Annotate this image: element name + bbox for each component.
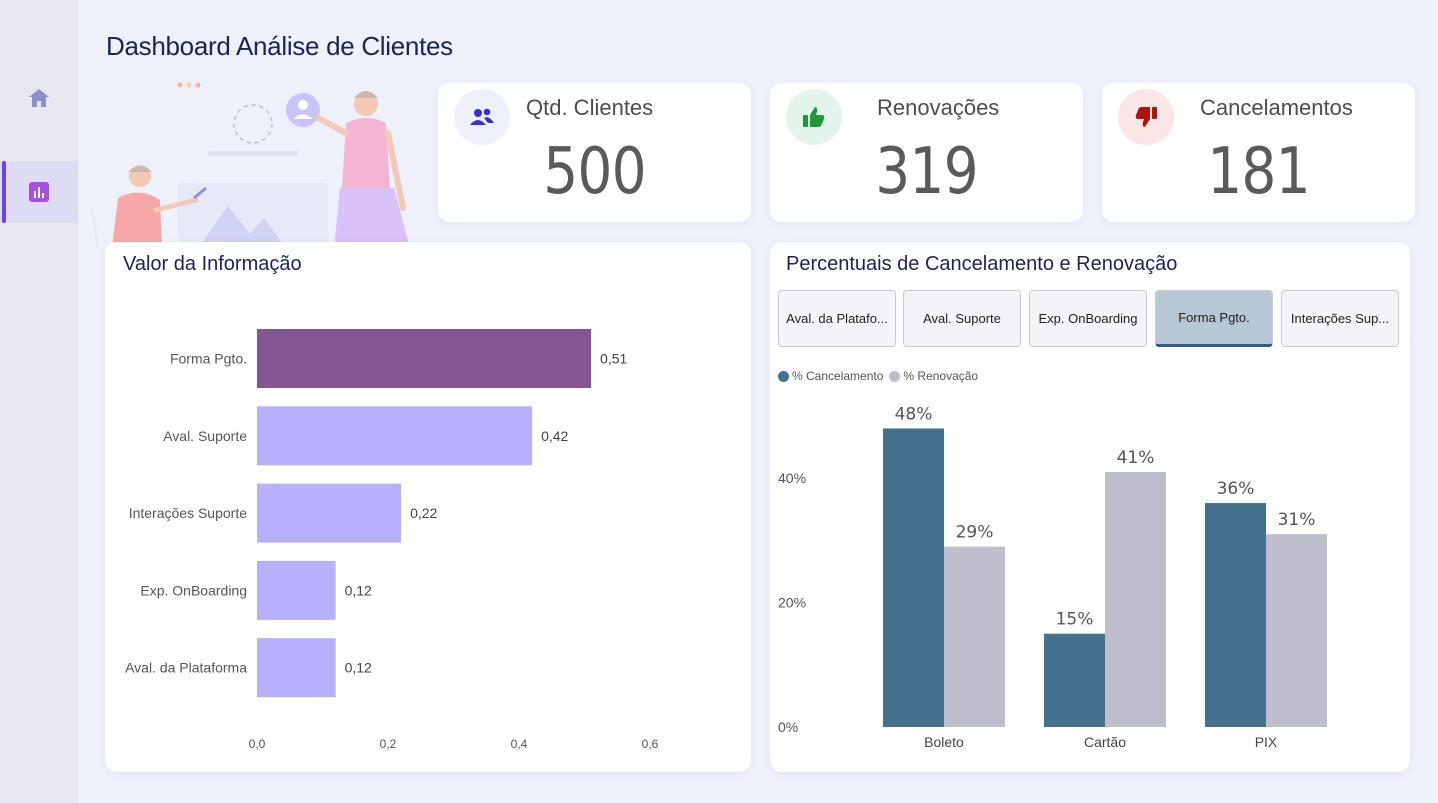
grouped-bar-chart: 48% 29% Boleto 15% 41% Cartão 36% 31% PIX 0% 20% 40…	[778, 404, 1327, 750]
kpi-card-cancelamentos: Cancelamentos 181	[1102, 83, 1415, 222]
home-icon	[29, 89, 49, 107]
nav-home[interactable]	[0, 67, 78, 129]
kpi-label: Cancelamentos	[1200, 95, 1353, 120]
kpi-card-clientes: Qtd. Clientes 500	[438, 83, 751, 222]
x-tick-label: 0,6	[642, 737, 659, 751]
kpi-label: Renovações	[877, 95, 1000, 120]
bar	[1205, 503, 1266, 727]
y-tick-label: 0%	[778, 719, 798, 735]
x-tick-label: Boleto	[924, 734, 964, 750]
hero-illustration	[90, 82, 410, 248]
category-label: Aval. da Plataforma	[125, 660, 247, 676]
y-tick-label: 40%	[778, 470, 806, 486]
kpi-value: 181	[1207, 135, 1310, 209]
data-label: 41%	[1117, 448, 1155, 468]
bar	[944, 546, 1005, 727]
data-label: 0,12	[345, 660, 372, 676]
category-label: Aval. Suporte	[163, 428, 247, 444]
data-label: 31%	[1278, 510, 1316, 530]
data-label: 15%	[1056, 610, 1094, 630]
x-tick-label: Cartão	[1084, 734, 1126, 750]
data-label: 29%	[956, 523, 994, 543]
category-label: Interações Suporte	[129, 505, 248, 521]
data-label: 0,22	[410, 505, 437, 521]
data-label: 0,42	[541, 428, 568, 444]
sidebar	[0, 0, 78, 803]
data-label: 36%	[1217, 479, 1255, 499]
bar	[257, 560, 336, 620]
category-label: Exp. OnBoarding	[140, 582, 247, 598]
kpi-label: Qtd. Clientes	[526, 95, 654, 120]
data-label: 0,12	[345, 582, 372, 598]
valor-informacao-panel: Valor da Informação Forma Pgto. 0,51 Aval.…	[105, 242, 751, 772]
kpi-value: 500	[543, 135, 646, 209]
horizontal-bar-chart: Forma Pgto. 0,51 Aval. Suporte 0,42 Interaçõ…	[125, 329, 659, 751]
bar	[257, 406, 533, 466]
nav-dashboard[interactable]	[0, 161, 78, 223]
data-label: 0,51	[600, 351, 627, 367]
category-label: Forma Pgto.	[170, 351, 247, 367]
bar	[883, 428, 944, 727]
bar	[1105, 471, 1166, 727]
bar	[257, 638, 336, 698]
x-tick-label: 0,2	[380, 737, 397, 751]
x-tick-label: 0,0	[249, 737, 266, 751]
bar-chart-icon	[29, 182, 49, 202]
bar	[1044, 633, 1105, 727]
x-tick-label: 0,4	[511, 737, 528, 751]
kpi-value: 319	[875, 135, 978, 209]
percentuais-panel: Percentuais de Cancelamento e Renovação …	[770, 242, 1410, 772]
kpi-card-renovacoes: Renovações 319	[770, 83, 1083, 222]
x-tick-label: PIX	[1255, 734, 1278, 750]
y-tick-label: 20%	[778, 595, 806, 611]
data-label: 48%	[895, 404, 933, 424]
bar	[1266, 534, 1327, 727]
page-title: Dashboard Análise de Clientes	[106, 31, 453, 61]
bar	[257, 329, 592, 388]
bar	[257, 483, 402, 543]
